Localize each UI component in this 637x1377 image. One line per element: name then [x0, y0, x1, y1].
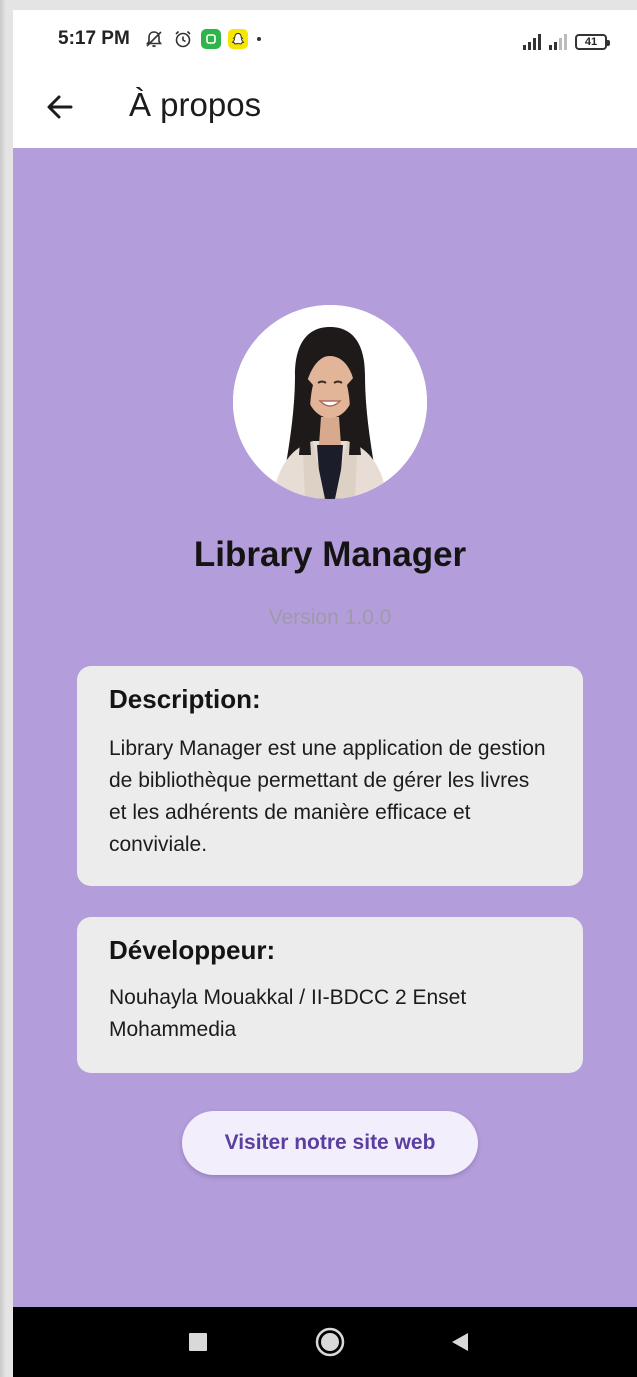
alarm-icon — [172, 28, 194, 50]
battery-icon: 41 — [575, 34, 610, 50]
visit-website-button[interactable]: Visiter notre site web — [182, 1111, 478, 1175]
developer-card: Développeur: Nouhayla Mouakkal / II-BDCC… — [77, 917, 583, 1073]
app-bar: À propos — [13, 70, 637, 148]
status-icons-left — [143, 26, 263, 52]
muted-bell-icon — [143, 28, 165, 50]
back-triangle-icon[interactable] — [443, 1325, 477, 1359]
screenshot-frame: 5:17 PM 41 À propos Library Manager Vers… — [0, 0, 637, 1377]
developer-text: Nouhayla Mouakkal / II-BDCC 2 Enset Moha… — [109, 986, 467, 1041]
description-title: Description: — [109, 684, 261, 714]
status-bar: 5:17 PM 41 — [13, 10, 637, 70]
home-circle-icon[interactable] — [313, 1325, 347, 1359]
app-name: Library Manager — [193, 535, 467, 574]
snapchat-icon — [228, 29, 248, 49]
app-notification-icon — [201, 29, 221, 49]
app-version: Version 1.0.0 — [268, 606, 392, 629]
system-nav-bar — [13, 1307, 637, 1377]
status-icons-right: 41 — [523, 30, 610, 50]
dot-icon — [255, 35, 263, 43]
page-title: À propos — [129, 86, 262, 123]
status-time: 5:17 PM — [58, 28, 130, 49]
description-card: Description: Library Manager est une app… — [77, 666, 583, 886]
recents-square-icon[interactable] — [181, 1325, 215, 1359]
description-text: Library Manager est une application de g… — [109, 737, 546, 856]
signal-icon — [523, 34, 541, 50]
developer-title: Développeur: — [109, 935, 276, 965]
signal-weak-icon — [549, 34, 567, 50]
developer-photo — [233, 305, 427, 499]
phone-screen: 5:17 PM 41 À propos Library Manager Vers… — [13, 10, 637, 1377]
arrow-left-icon[interactable] — [43, 90, 77, 124]
